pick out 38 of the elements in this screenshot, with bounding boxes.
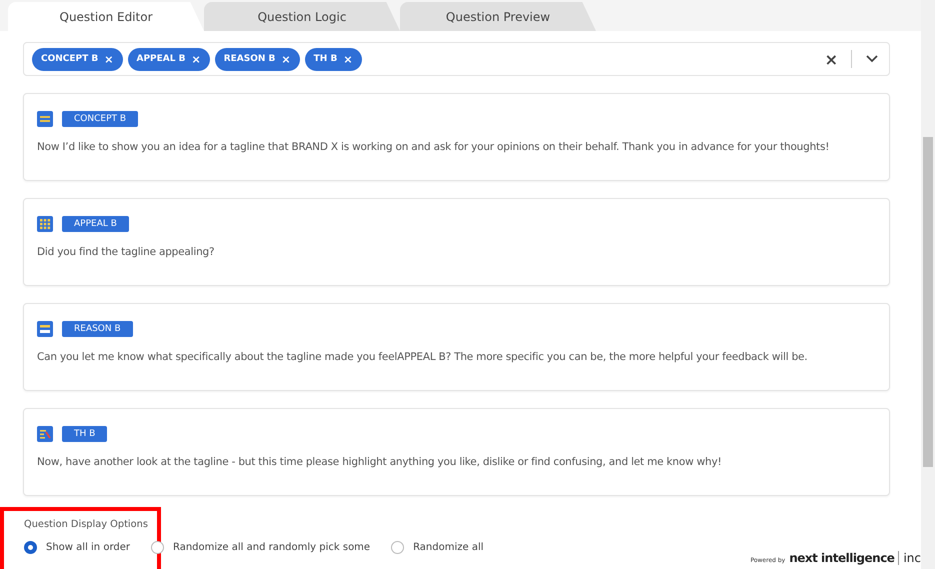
text-lines-icon: [37, 111, 53, 127]
scrollbar-thumb[interactable]: [923, 137, 933, 467]
question-text: Can you let me know what specifically about the tagline made you feelAPPEAL B? The more specific you can be, the more helpful your feedback will be.: [37, 351, 808, 363]
grid-icon: [37, 216, 53, 232]
radio-option[interactable]: Randomize all: [391, 541, 484, 554]
option-label: Show all in order: [46, 542, 130, 553]
question-text: Now, have another look at the tagline - but this time please highlight anything you like, dislike or find confusing, and let me know why!: [37, 456, 722, 468]
question-tag: TH B: [62, 426, 108, 442]
remove-button[interactable]: ×: [192, 52, 201, 66]
chevron-down-icon[interactable]: [866, 55, 878, 63]
tab[interactable]: Question Editor: [8, 2, 204, 31]
radio-option[interactable]: Randomize all and randomly pick some: [150, 541, 370, 554]
option-label: Randomize all and randomly pick some: [172, 542, 370, 553]
option-label: Randomize all: [413, 542, 484, 553]
highlighter-icon: [37, 426, 53, 442]
question-tag: APPEAL B: [62, 216, 129, 232]
question-tag: REASON B: [62, 321, 133, 337]
brand-logo-text: next intelligence: [789, 551, 894, 565]
tab[interactable]: Question Logic: [204, 2, 400, 31]
radio-button[interactable]: [150, 541, 164, 554]
clear-button[interactable]: ×: [816, 50, 846, 68]
remove-button[interactable]: ×: [281, 52, 291, 66]
question-tag: CONCEPT B: [62, 111, 138, 127]
text-box-icon: [37, 321, 53, 337]
scrollbar[interactable]: [921, 0, 935, 569]
chip-label: APPEAL B: [136, 54, 186, 64]
chip-label: REASON B: [224, 54, 276, 64]
radio-option[interactable]: Show all in order: [24, 541, 130, 554]
tab[interactable]: Question Preview: [400, 2, 596, 31]
remove-button[interactable]: ×: [104, 52, 114, 66]
chip-label: CONCEPT B: [41, 54, 98, 64]
question-text: Did you find the tagline appealing?: [37, 246, 216, 258]
radio-button[interactable]: [24, 541, 37, 554]
radio-button[interactable]: [391, 541, 404, 554]
options-title: Question Display Options: [24, 519, 148, 530]
chip-label: TH B: [314, 54, 338, 64]
question-text: Now I’d like to show you an idea for a tagline that BRAND X is working on and ask for your opinions on their behalf. Thank you in advance for your thoughts!: [37, 141, 830, 153]
remove-button[interactable]: ×: [343, 52, 353, 66]
